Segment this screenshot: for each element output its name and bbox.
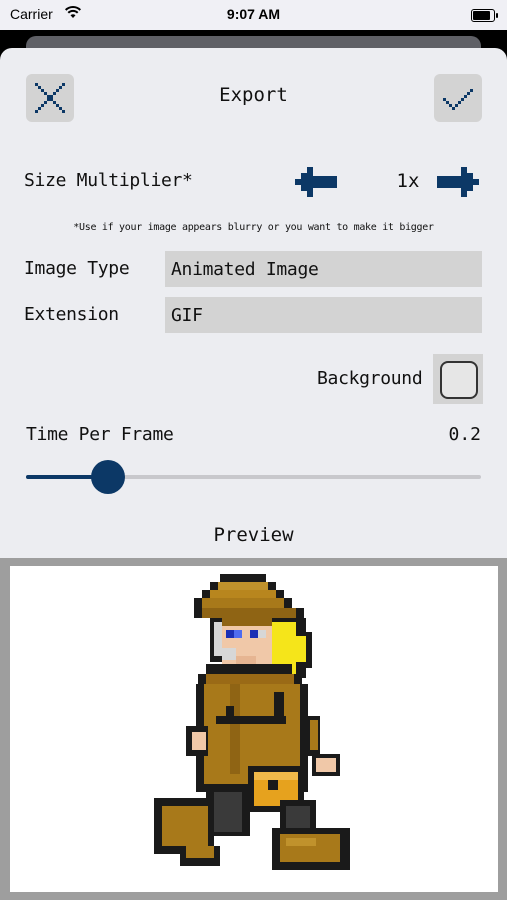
multiplier-note: *Use if your image appears blurry or you… xyxy=(73,222,434,233)
image-type-label: Image Type xyxy=(24,258,130,279)
decrease-multiplier-button[interactable] xyxy=(295,167,337,201)
status-bar: Carrier 9:07 AM xyxy=(0,0,507,30)
time-per-frame-slider[interactable] xyxy=(26,460,481,494)
clock: 9:07 AM xyxy=(226,6,281,22)
preview-label: Preview xyxy=(213,524,294,546)
preview-frame xyxy=(0,558,507,900)
confirm-button[interactable] xyxy=(434,74,482,122)
size-multiplier-label: Size Multiplier* xyxy=(24,170,193,191)
sheet-title: Export xyxy=(219,84,288,106)
extension-field[interactable]: GIF xyxy=(165,297,482,333)
background-label: Background xyxy=(317,368,423,389)
time-per-frame-value: 0.2 xyxy=(448,424,481,445)
multiplier-value: 1x xyxy=(396,170,420,192)
checkmark-icon xyxy=(443,89,473,110)
battery-icon xyxy=(471,9,498,22)
character-sprite xyxy=(154,574,350,870)
arrow-right-icon xyxy=(437,167,479,197)
face xyxy=(222,618,272,664)
extension-label: Extension xyxy=(24,304,119,325)
increase-multiplier-button[interactable] xyxy=(437,167,479,201)
image-type-field[interactable]: Animated Image xyxy=(165,251,482,287)
preview-canvas xyxy=(10,566,498,892)
time-per-frame-label: Time Per Frame xyxy=(26,424,174,445)
export-sheet: Export Size Multiplier* 1x *Use if your … xyxy=(0,48,507,900)
background-toggle[interactable] xyxy=(433,354,483,404)
background-checkbox[interactable] xyxy=(440,361,478,399)
hat xyxy=(194,574,304,618)
arrow-left-icon xyxy=(295,167,337,197)
slider-thumb[interactable] xyxy=(90,460,125,494)
